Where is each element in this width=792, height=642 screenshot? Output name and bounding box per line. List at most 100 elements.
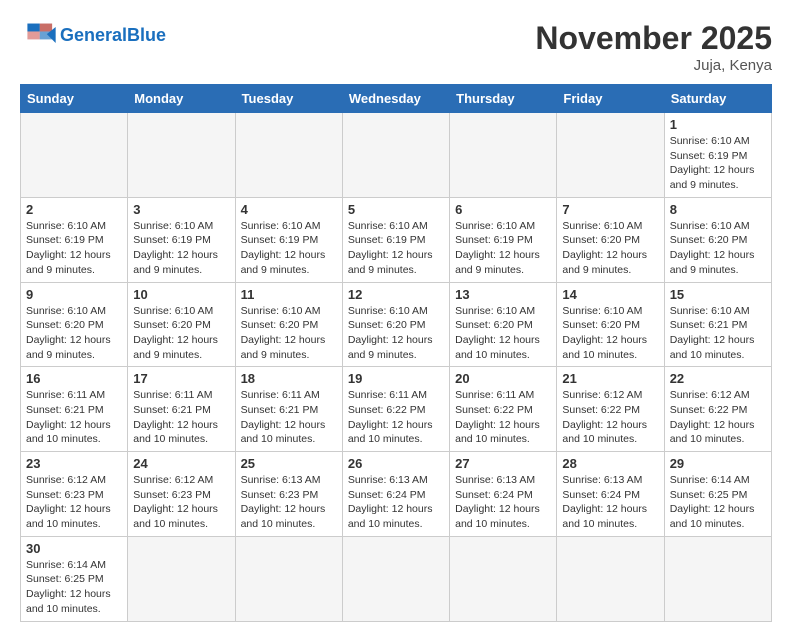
- day-number: 30: [26, 541, 122, 556]
- day-header-sunday: Sunday: [21, 85, 128, 113]
- day-number: 21: [562, 371, 658, 386]
- calendar-cell: [235, 536, 342, 621]
- calendar-cell: [342, 536, 449, 621]
- day-info: Sunrise: 6:10 AM Sunset: 6:19 PM Dayligh…: [133, 219, 229, 278]
- day-info: Sunrise: 6:10 AM Sunset: 6:20 PM Dayligh…: [26, 304, 122, 363]
- day-info: Sunrise: 6:12 AM Sunset: 6:22 PM Dayligh…: [562, 388, 658, 447]
- calendar-week-row: 23 Sunrise: 6:12 AM Sunset: 6:23 PM Dayli…: [21, 452, 772, 537]
- day-info: Sunrise: 6:14 AM Sunset: 6:25 PM Dayligh…: [670, 473, 766, 532]
- day-info: Sunrise: 6:10 AM Sunset: 6:19 PM Dayligh…: [26, 219, 122, 278]
- day-info: Sunrise: 6:10 AM Sunset: 6:20 PM Dayligh…: [562, 219, 658, 278]
- day-info: Sunrise: 6:11 AM Sunset: 6:22 PM Dayligh…: [455, 388, 551, 447]
- day-info: Sunrise: 6:12 AM Sunset: 6:22 PM Dayligh…: [670, 388, 766, 447]
- day-info: Sunrise: 6:12 AM Sunset: 6:23 PM Dayligh…: [26, 473, 122, 532]
- calendar-cell: [128, 536, 235, 621]
- day-number: 3: [133, 202, 229, 217]
- day-number: 11: [241, 287, 337, 302]
- calendar-cell: 6 Sunrise: 6:10 AM Sunset: 6:19 PM Daylig…: [450, 197, 557, 282]
- day-number: 13: [455, 287, 551, 302]
- day-header-thursday: Thursday: [450, 85, 557, 113]
- calendar-cell: 28Sunrise: 6:13 AM Sunset: 6:24 PM Dayli…: [557, 452, 664, 537]
- day-info: Sunrise: 6:12 AM Sunset: 6:23 PM Dayligh…: [133, 473, 229, 532]
- day-info: Sunrise: 6:10 AM Sunset: 6:20 PM Dayligh…: [455, 304, 551, 363]
- calendar-cell: 27 Sunrise: 6:13 AM Sunset: 6:24 PM Dayli…: [450, 452, 557, 537]
- calendar-cell: [450, 113, 557, 198]
- month-title: November 2025: [535, 20, 772, 57]
- calendar-week-row: 2 Sunrise: 6:10 AM Sunset: 6:19 PM Daylig…: [21, 197, 772, 282]
- calendar-cell: [557, 536, 664, 621]
- day-info: Sunrise: 6:10 AM Sunset: 6:20 PM Dayligh…: [670, 219, 766, 278]
- calendar-cell: 10Sunrise: 6:10 AM Sunset: 6:20 PM Dayli…: [128, 282, 235, 367]
- calendar-cell: [342, 113, 449, 198]
- title-block: November 2025 Juja, Kenya: [535, 20, 772, 74]
- calendar-cell: 3 Sunrise: 6:10 AM Sunset: 6:19 PM Daylig…: [128, 197, 235, 282]
- calendar-cell: 25 Sunrise: 6:13 AM Sunset: 6:23 PM Dayli…: [235, 452, 342, 537]
- calendar-week-row: 9 Sunrise: 6:10 AM Sunset: 6:20 PM Daylig…: [21, 282, 772, 367]
- day-number: 7: [562, 202, 658, 217]
- day-number: 20: [455, 371, 551, 386]
- calendar-cell: [128, 113, 235, 198]
- day-number: 5: [348, 202, 444, 217]
- day-number: 2: [26, 202, 122, 217]
- calendar-cell: 17Sunrise: 6:11 AM Sunset: 6:21 PM Dayli…: [128, 367, 235, 452]
- day-info: Sunrise: 6:10 AM Sunset: 6:20 PM Dayligh…: [562, 304, 658, 363]
- day-info: Sunrise: 6:11 AM Sunset: 6:21 PM Dayligh…: [241, 388, 337, 447]
- day-number: 12: [348, 287, 444, 302]
- calendar-cell: 5 Sunrise: 6:10 AM Sunset: 6:19 PM Daylig…: [342, 197, 449, 282]
- calendar-cell: [557, 113, 664, 198]
- calendar-cell: 8Sunrise: 6:10 AM Sunset: 6:20 PM Daylig…: [664, 197, 771, 282]
- day-number: 16: [26, 371, 122, 386]
- calendar-cell: 22 Sunrise: 6:12 AM Sunset: 6:22 PM Dayli…: [664, 367, 771, 452]
- calendar-cell: 18 Sunrise: 6:11 AM Sunset: 6:21 PM Dayli…: [235, 367, 342, 452]
- day-info: Sunrise: 6:13 AM Sunset: 6:23 PM Dayligh…: [241, 473, 337, 532]
- day-number: 10: [133, 287, 229, 302]
- calendar-cell: 1Sunrise: 6:10 AM Sunset: 6:19 PM Daylig…: [664, 113, 771, 198]
- day-number: 14: [562, 287, 658, 302]
- day-number: 26: [348, 456, 444, 471]
- day-header-monday: Monday: [128, 85, 235, 113]
- logo: GeneralBlue: [20, 20, 166, 50]
- calendar-cell: 20 Sunrise: 6:11 AM Sunset: 6:22 PM Dayli…: [450, 367, 557, 452]
- page-header: GeneralBlue November 2025 Juja, Kenya: [20, 20, 772, 74]
- day-number: 27: [455, 456, 551, 471]
- day-number: 19: [348, 371, 444, 386]
- day-header-friday: Friday: [557, 85, 664, 113]
- calendar-cell: [664, 536, 771, 621]
- day-number: 4: [241, 202, 337, 217]
- day-header-tuesday: Tuesday: [235, 85, 342, 113]
- day-info: Sunrise: 6:10 AM Sunset: 6:19 PM Dayligh…: [348, 219, 444, 278]
- calendar-cell: 24 Sunrise: 6:12 AM Sunset: 6:23 PM Dayli…: [128, 452, 235, 537]
- location: Juja, Kenya: [535, 57, 772, 74]
- day-info: Sunrise: 6:10 AM Sunset: 6:19 PM Dayligh…: [455, 219, 551, 278]
- day-info: Sunrise: 6:13 AM Sunset: 6:24 PM Dayligh…: [348, 473, 444, 532]
- calendar-header-row: SundayMondayTuesdayWednesdayThursdayFrid…: [21, 85, 772, 113]
- calendar-cell: 19 Sunrise: 6:11 AM Sunset: 6:22 PM Dayli…: [342, 367, 449, 452]
- day-number: 22: [670, 371, 766, 386]
- calendar-cell: 21 Sunrise: 6:12 AM Sunset: 6:22 PM Dayli…: [557, 367, 664, 452]
- day-info: Sunrise: 6:10 AM Sunset: 6:20 PM Dayligh…: [348, 304, 444, 363]
- day-number: 6: [455, 202, 551, 217]
- calendar-cell: 29Sunrise: 6:14 AM Sunset: 6:25 PM Dayli…: [664, 452, 771, 537]
- calendar-cell: 7 Sunrise: 6:10 AM Sunset: 6:20 PM Daylig…: [557, 197, 664, 282]
- calendar-cell: 4Sunrise: 6:10 AM Sunset: 6:19 PM Daylig…: [235, 197, 342, 282]
- day-number: 28: [562, 456, 658, 471]
- day-info: Sunrise: 6:10 AM Sunset: 6:20 PM Dayligh…: [241, 304, 337, 363]
- calendar-week-row: 16 Sunrise: 6:11 AM Sunset: 6:21 PM Dayli…: [21, 367, 772, 452]
- day-info: Sunrise: 6:11 AM Sunset: 6:22 PM Dayligh…: [348, 388, 444, 447]
- day-number: 1: [670, 117, 766, 132]
- day-number: 25: [241, 456, 337, 471]
- calendar-week-row: 1Sunrise: 6:10 AM Sunset: 6:19 PM Daylig…: [21, 113, 772, 198]
- day-number: 23: [26, 456, 122, 471]
- calendar-cell: 11 Sunrise: 6:10 AM Sunset: 6:20 PM Dayli…: [235, 282, 342, 367]
- day-number: 9: [26, 287, 122, 302]
- day-header-saturday: Saturday: [664, 85, 771, 113]
- generalblue-logo-icon: [20, 20, 56, 50]
- calendar-cell: 30Sunrise: 6:14 AM Sunset: 6:25 PM Dayli…: [21, 536, 128, 621]
- calendar-cell: [235, 113, 342, 198]
- day-number: 18: [241, 371, 337, 386]
- day-info: Sunrise: 6:11 AM Sunset: 6:21 PM Dayligh…: [26, 388, 122, 447]
- day-number: 24: [133, 456, 229, 471]
- day-info: Sunrise: 6:11 AM Sunset: 6:21 PM Dayligh…: [133, 388, 229, 447]
- calendar-cell: 2 Sunrise: 6:10 AM Sunset: 6:19 PM Daylig…: [21, 197, 128, 282]
- day-info: Sunrise: 6:13 AM Sunset: 6:24 PM Dayligh…: [455, 473, 551, 532]
